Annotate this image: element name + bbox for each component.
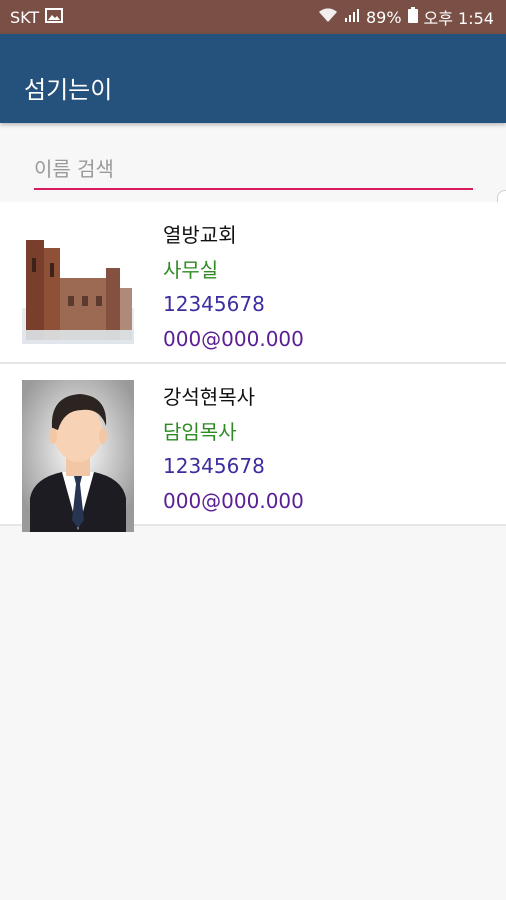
- contact-role: 담임목사: [163, 419, 237, 444]
- search-input[interactable]: [34, 150, 473, 190]
- page-title: 섬기는이: [24, 76, 113, 104]
- battery-icon: [407, 7, 418, 27]
- app-bar: 섬기는이: [0, 34, 506, 123]
- contact-name: 강석현목사: [163, 385, 255, 409]
- contact-name: 열방교회: [163, 223, 237, 247]
- gallery-notification-icon: [45, 7, 64, 27]
- carrier-label: SKT: [10, 7, 40, 27]
- list-item[interactable]: 강석현목사 담임목사 12345678 000@000.000: [0, 364, 506, 532]
- church-photo: [22, 218, 134, 344]
- status-bar: SKT 89% 오후 1:54: [0, 0, 506, 34]
- contact-phone[interactable]: 12345678: [163, 449, 304, 484]
- contact-phone[interactable]: 12345678: [163, 287, 304, 322]
- battery-percent: 89%: [365, 7, 402, 27]
- list-item[interactable]: 열방교회 사무실 12345678 000@000.000: [0, 202, 506, 364]
- wifi-icon: [318, 7, 338, 27]
- contact-list: 열방교회 사무실 12345678 000@000.000 강석현목사 담임목사…: [0, 202, 506, 532]
- signal-icon: [344, 7, 360, 27]
- contact-email[interactable]: 000@000.000: [163, 322, 304, 357]
- contact-email[interactable]: 000@000.000: [163, 484, 304, 519]
- person-avatar: [22, 380, 134, 532]
- clock: 오후 1:54: [423, 9, 494, 28]
- search-field[interactable]: [34, 150, 473, 192]
- contact-role: 사무실: [163, 257, 219, 282]
